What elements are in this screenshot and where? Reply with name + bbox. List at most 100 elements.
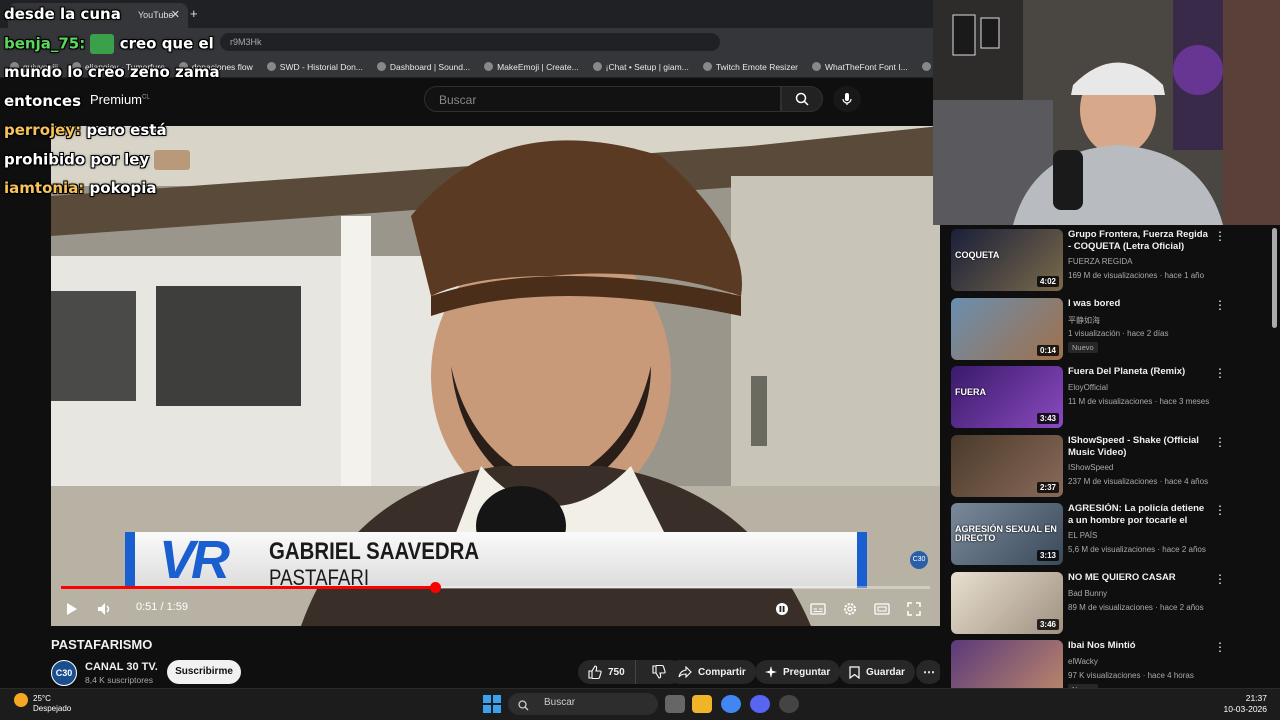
video-thumbnail[interactable]: AGRESIÓN SEXUAL EN DIRECTO 3:13: [951, 503, 1063, 565]
recommended-video[interactable]: COQUETA 4:02 Grupo Frontera, Fuerza Regida…: [951, 225, 1271, 293]
recommended-video[interactable]: 3:46 NO ME QUIERO CASAR Bad Bunny 89 M de v…: [951, 568, 1271, 636]
recommended-video[interactable]: FUERA 3:43 Fuera Del Planeta (Remix) EloyOf…: [951, 362, 1271, 430]
play-button[interactable]: [60, 597, 84, 621]
channel-avatar[interactable]: C30: [51, 660, 77, 686]
recommended-video-title[interactable]: Ibai Nos Mintió: [1068, 640, 1208, 652]
bookmark-item[interactable]: ¡Chat • Setup | giam...: [592, 61, 689, 72]
share-button[interactable]: Compartir: [668, 660, 756, 684]
more-options-icon[interactable]: ⋮: [1214, 366, 1226, 380]
recommended-video-title[interactable]: Grupo Frontera, Fuerza Regida - COQUETA …: [1068, 229, 1208, 253]
video-duration: 4:02: [1036, 276, 1059, 287]
search-input[interactable]: Buscar: [424, 86, 781, 112]
file-explorer-icon[interactable]: [692, 695, 712, 713]
taskbar-clock[interactable]: 21:37 10-03-2026: [1215, 693, 1267, 715]
lower-third: [125, 532, 867, 588]
bookmark-item[interactable]: Twitch Emote Resizer: [702, 62, 798, 72]
recommended-video-channel[interactable]: EloyOfficial: [1068, 383, 1108, 392]
bookmark-item[interactable]: MakeEmoji | Create...: [484, 62, 579, 72]
address-bar[interactable]: r9M3Hk: [220, 33, 720, 51]
video-thumbnail[interactable]: 3:46: [951, 571, 1063, 634]
recommended-video-channel[interactable]: elWacky: [1068, 657, 1098, 666]
sidebar-scrollbar[interactable]: [1272, 228, 1277, 328]
recommended-video-title[interactable]: I was bored: [1068, 298, 1208, 310]
bookmark-icon: [849, 665, 860, 679]
chat-username: benja_75:: [4, 34, 86, 53]
recommended-video-channel[interactable]: EL PAÍS: [1068, 531, 1097, 540]
obs-icon[interactable]: [779, 695, 799, 713]
subscribe-button[interactable]: Suscribirme: [167, 660, 241, 684]
chat-message: pero está: [86, 121, 167, 139]
close-tab-icon[interactable]: ✕: [171, 8, 180, 21]
youtube-premium-logo[interactable]: PremiumCL: [90, 92, 150, 107]
browser-tab-bar: YouTube ✕ +: [0, 0, 933, 28]
subtitles-icon: [810, 603, 826, 615]
bookmark-item[interactable]: Dashboard | Sound...: [376, 61, 471, 72]
more-options-icon[interactable]: ⋮: [1214, 572, 1226, 586]
recommended-video[interactable]: 2:37 IShowSpeed - Shake (Official Music V…: [951, 431, 1271, 499]
more-options-icon[interactable]: ⋮: [1214, 229, 1226, 243]
task-view-icon[interactable]: [665, 695, 685, 713]
recommended-video[interactable]: 0:14 I was bored 平静如海 1 visualización · hac…: [951, 294, 1271, 362]
recommended-video-title[interactable]: AGRESIÓN: La policía detiene a un hombre…: [1068, 503, 1208, 527]
video-thumbnail[interactable]: FUERA 3:43: [951, 366, 1063, 428]
ask-label: Preguntar: [783, 666, 831, 678]
voice-search-button[interactable]: [833, 86, 861, 112]
progress-scrubber[interactable]: [429, 582, 441, 593]
pause-autoplay-toggle[interactable]: [770, 597, 794, 621]
save-button[interactable]: Guardar: [839, 660, 915, 684]
recommended-video-title[interactable]: IShowSpeed - Shake (Official Music Video…: [1068, 435, 1208, 459]
channel-name[interactable]: CANAL 30 TV.: [85, 661, 158, 673]
bookmark-label: WhatTheFont Font I...: [825, 61, 908, 72]
bookmark-favicon-icon: [376, 62, 386, 71]
taskbar-search-icon: [518, 698, 529, 716]
start-button[interactable]: [483, 695, 501, 718]
recommended-video-channel[interactable]: 平静如海: [1068, 315, 1100, 326]
recommended-video-title[interactable]: NO ME QUIERO CASAR: [1068, 572, 1208, 584]
bookmark-label: ¡Chat • Setup | giam...: [605, 61, 689, 72]
bookmark-label: Dashboard | Sound...: [389, 61, 471, 72]
more-options-icon[interactable]: ⋮: [1214, 640, 1226, 654]
recommendations-sidebar: COQUETA 4:02 Grupo Frontera, Fuerza Regida…: [940, 225, 1280, 688]
more-options-icon[interactable]: ⋮: [1214, 503, 1226, 517]
recommended-video[interactable]: Ibai Nos Mintió elWacky 97 K visualizacion…: [951, 636, 1271, 688]
chrome-icon[interactable]: [721, 695, 741, 713]
video-title: PASTAFARISMO: [51, 637, 153, 652]
chat-line: benja_75: creo que el: [4, 34, 214, 54]
discord-icon[interactable]: [750, 695, 770, 713]
thumbnail-text: COQUETA: [955, 250, 1000, 260]
video-thumbnail[interactable]: 2:37: [951, 434, 1063, 497]
video-thumbnail[interactable]: COQUETA 4:02: [951, 229, 1063, 291]
recommended-video-channel[interactable]: Bad Bunny: [1068, 589, 1107, 598]
subtitles-button[interactable]: [806, 597, 830, 621]
taskbar-search[interactable]: Buscar: [508, 693, 658, 715]
bookmark-item[interactable]: 3D: [921, 62, 933, 72]
recommended-video-title[interactable]: Fuera Del Planeta (Remix): [1068, 366, 1208, 378]
more-actions-button[interactable]: ⋯: [916, 660, 942, 684]
fullscreen-button[interactable]: [902, 597, 926, 621]
recommended-video[interactable]: AGRESIÓN SEXUAL EN DIRECTO 3:13 AGRESIÓN: …: [951, 499, 1271, 567]
video-player[interactable]: VR GABRIEL SAAVEDRA PASTAFARI C30 0:51 /…: [51, 126, 940, 626]
video-thumbnail[interactable]: 0:14: [951, 297, 1063, 360]
bookmark-item[interactable]: WhatTheFont Font I...: [812, 62, 908, 72]
theater-mode-button[interactable]: [870, 597, 894, 621]
volume-button[interactable]: [93, 597, 117, 621]
lower-third-accent-left: [125, 532, 135, 588]
recommended-video-channel[interactable]: FUERZA REGIDA: [1068, 257, 1132, 266]
recommended-video-channel[interactable]: IShowSpeed: [1068, 463, 1113, 472]
new-tab-icon[interactable]: +: [190, 6, 198, 21]
more-options-icon[interactable]: ⋮: [1214, 435, 1226, 449]
progress-bar[interactable]: [61, 582, 930, 593]
bookmark-item[interactable]: SWD - Historial Don...: [266, 62, 363, 72]
like-count: 750: [608, 666, 625, 678]
search-button[interactable]: [781, 86, 823, 112]
settings-button[interactable]: [838, 597, 862, 621]
weather-widget[interactable]: 25°C Despejado: [33, 694, 71, 714]
autoplay-icon: [776, 603, 788, 615]
recommended-video-meta: 237 M de visualizaciones · hace 4 años: [1068, 476, 1209, 486]
like-button[interactable]: 750: [578, 660, 636, 684]
ask-button[interactable]: Preguntar: [755, 660, 841, 684]
more-options-icon[interactable]: ⋮: [1214, 298, 1226, 312]
chat-line: prohibido por ley: [4, 150, 191, 170]
video-thumbnail[interactable]: [951, 640, 1063, 688]
chat-message: desde la cuna: [4, 5, 121, 23]
